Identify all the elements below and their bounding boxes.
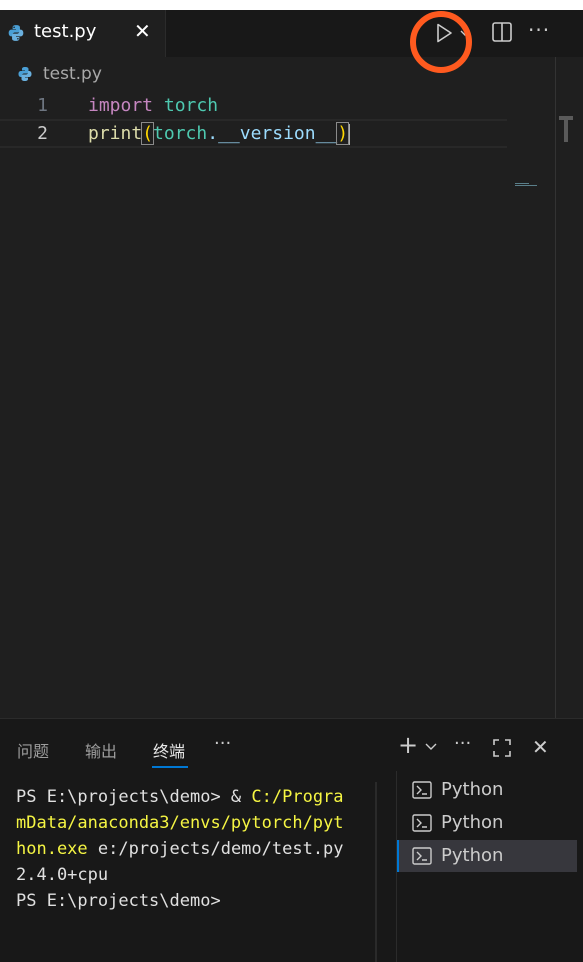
terminal-icon: [412, 847, 432, 865]
code-text: import torch: [88, 91, 218, 120]
active-tab-indicator: [152, 766, 188, 768]
function-token: print: [88, 123, 143, 144]
line-number: 2: [37, 123, 48, 144]
terminal-line: hon.exe e:/projects/demo/test.py: [16, 839, 344, 859]
editor-tab-test-py[interactable]: test.py ✕: [0, 10, 166, 57]
terminal-session-label: Python: [441, 812, 504, 833]
bottom-panel: 问题 输出 终端 ··· + ··· ✕ PS E:\projects\demo…: [0, 718, 583, 962]
bracket-token: ): [336, 122, 350, 145]
line-number: 1: [37, 95, 48, 116]
top-border: [0, 0, 583, 10]
split-editor-icon[interactable]: [491, 21, 513, 43]
python-file-icon: [8, 25, 24, 41]
cursor-position-marker: [559, 116, 573, 142]
close-icon[interactable]: ✕: [134, 19, 151, 43]
text-cursor: [348, 123, 351, 145]
tab-output[interactable]: 输出: [85, 738, 117, 762]
terminal-output[interactable]: PS E:\projects\demo> & C:/Progra mData/a…: [16, 784, 372, 914]
code-editor[interactable]: 1 import torch 2 print(torch.__version__…: [0, 91, 555, 718]
terminal-session-item[interactable]: Python: [397, 774, 577, 806]
add-terminal-icon[interactable]: +: [398, 733, 418, 757]
terminal-icon: [412, 781, 432, 799]
minimap[interactable]: [515, 183, 541, 186]
code-text: print(torch.__version__): [88, 121, 351, 146]
breadcrumb-file[interactable]: test.py: [43, 64, 102, 84]
chevron-down-icon[interactable]: [425, 743, 437, 751]
terminal-session-item-active[interactable]: Python: [397, 840, 577, 872]
attribute-token: __version__: [218, 123, 338, 144]
module-token: torch: [153, 123, 208, 144]
bracket-token: (: [141, 122, 155, 145]
tab-terminal[interactable]: 终端: [153, 738, 185, 762]
more-actions-icon[interactable]: ···: [528, 18, 550, 42]
module-token: torch: [163, 95, 219, 116]
close-icon[interactable]: ✕: [532, 735, 549, 759]
keyword-token: import: [88, 95, 154, 116]
tab-label: test.py: [34, 21, 97, 42]
terminal-scrollbar[interactable]: [375, 782, 377, 962]
tab-problems[interactable]: 问题: [17, 738, 49, 762]
more-icon[interactable]: ···: [454, 733, 471, 754]
editor-scrollbar[interactable]: [555, 57, 556, 718]
more-icon[interactable]: ···: [214, 733, 231, 754]
terminal-prompt: PS E:\projects\demo>: [16, 891, 221, 911]
code-line-current: 2 print(torch.__version__): [0, 119, 507, 148]
terminal-session-label: Python: [441, 779, 504, 800]
terminal-session-label: Python: [441, 845, 504, 866]
editor-tab-bar: test.py ✕ ···: [0, 10, 583, 73]
terminal-line: 2.4.0+cpu: [16, 865, 109, 885]
breadcrumb: test.py: [0, 57, 583, 91]
python-file-icon: [18, 67, 32, 81]
terminal-line: PS E:\projects\demo> & C:/Progra: [16, 787, 344, 807]
terminal-icon: [412, 814, 432, 832]
dot-token: .: [207, 123, 219, 144]
terminal-session-item[interactable]: Python: [397, 807, 577, 839]
maximize-icon[interactable]: [492, 738, 512, 758]
code-line: 1 import torch: [0, 91, 507, 120]
terminal-line: mData/anaconda3/envs/pytorch/pyt: [16, 813, 344, 833]
